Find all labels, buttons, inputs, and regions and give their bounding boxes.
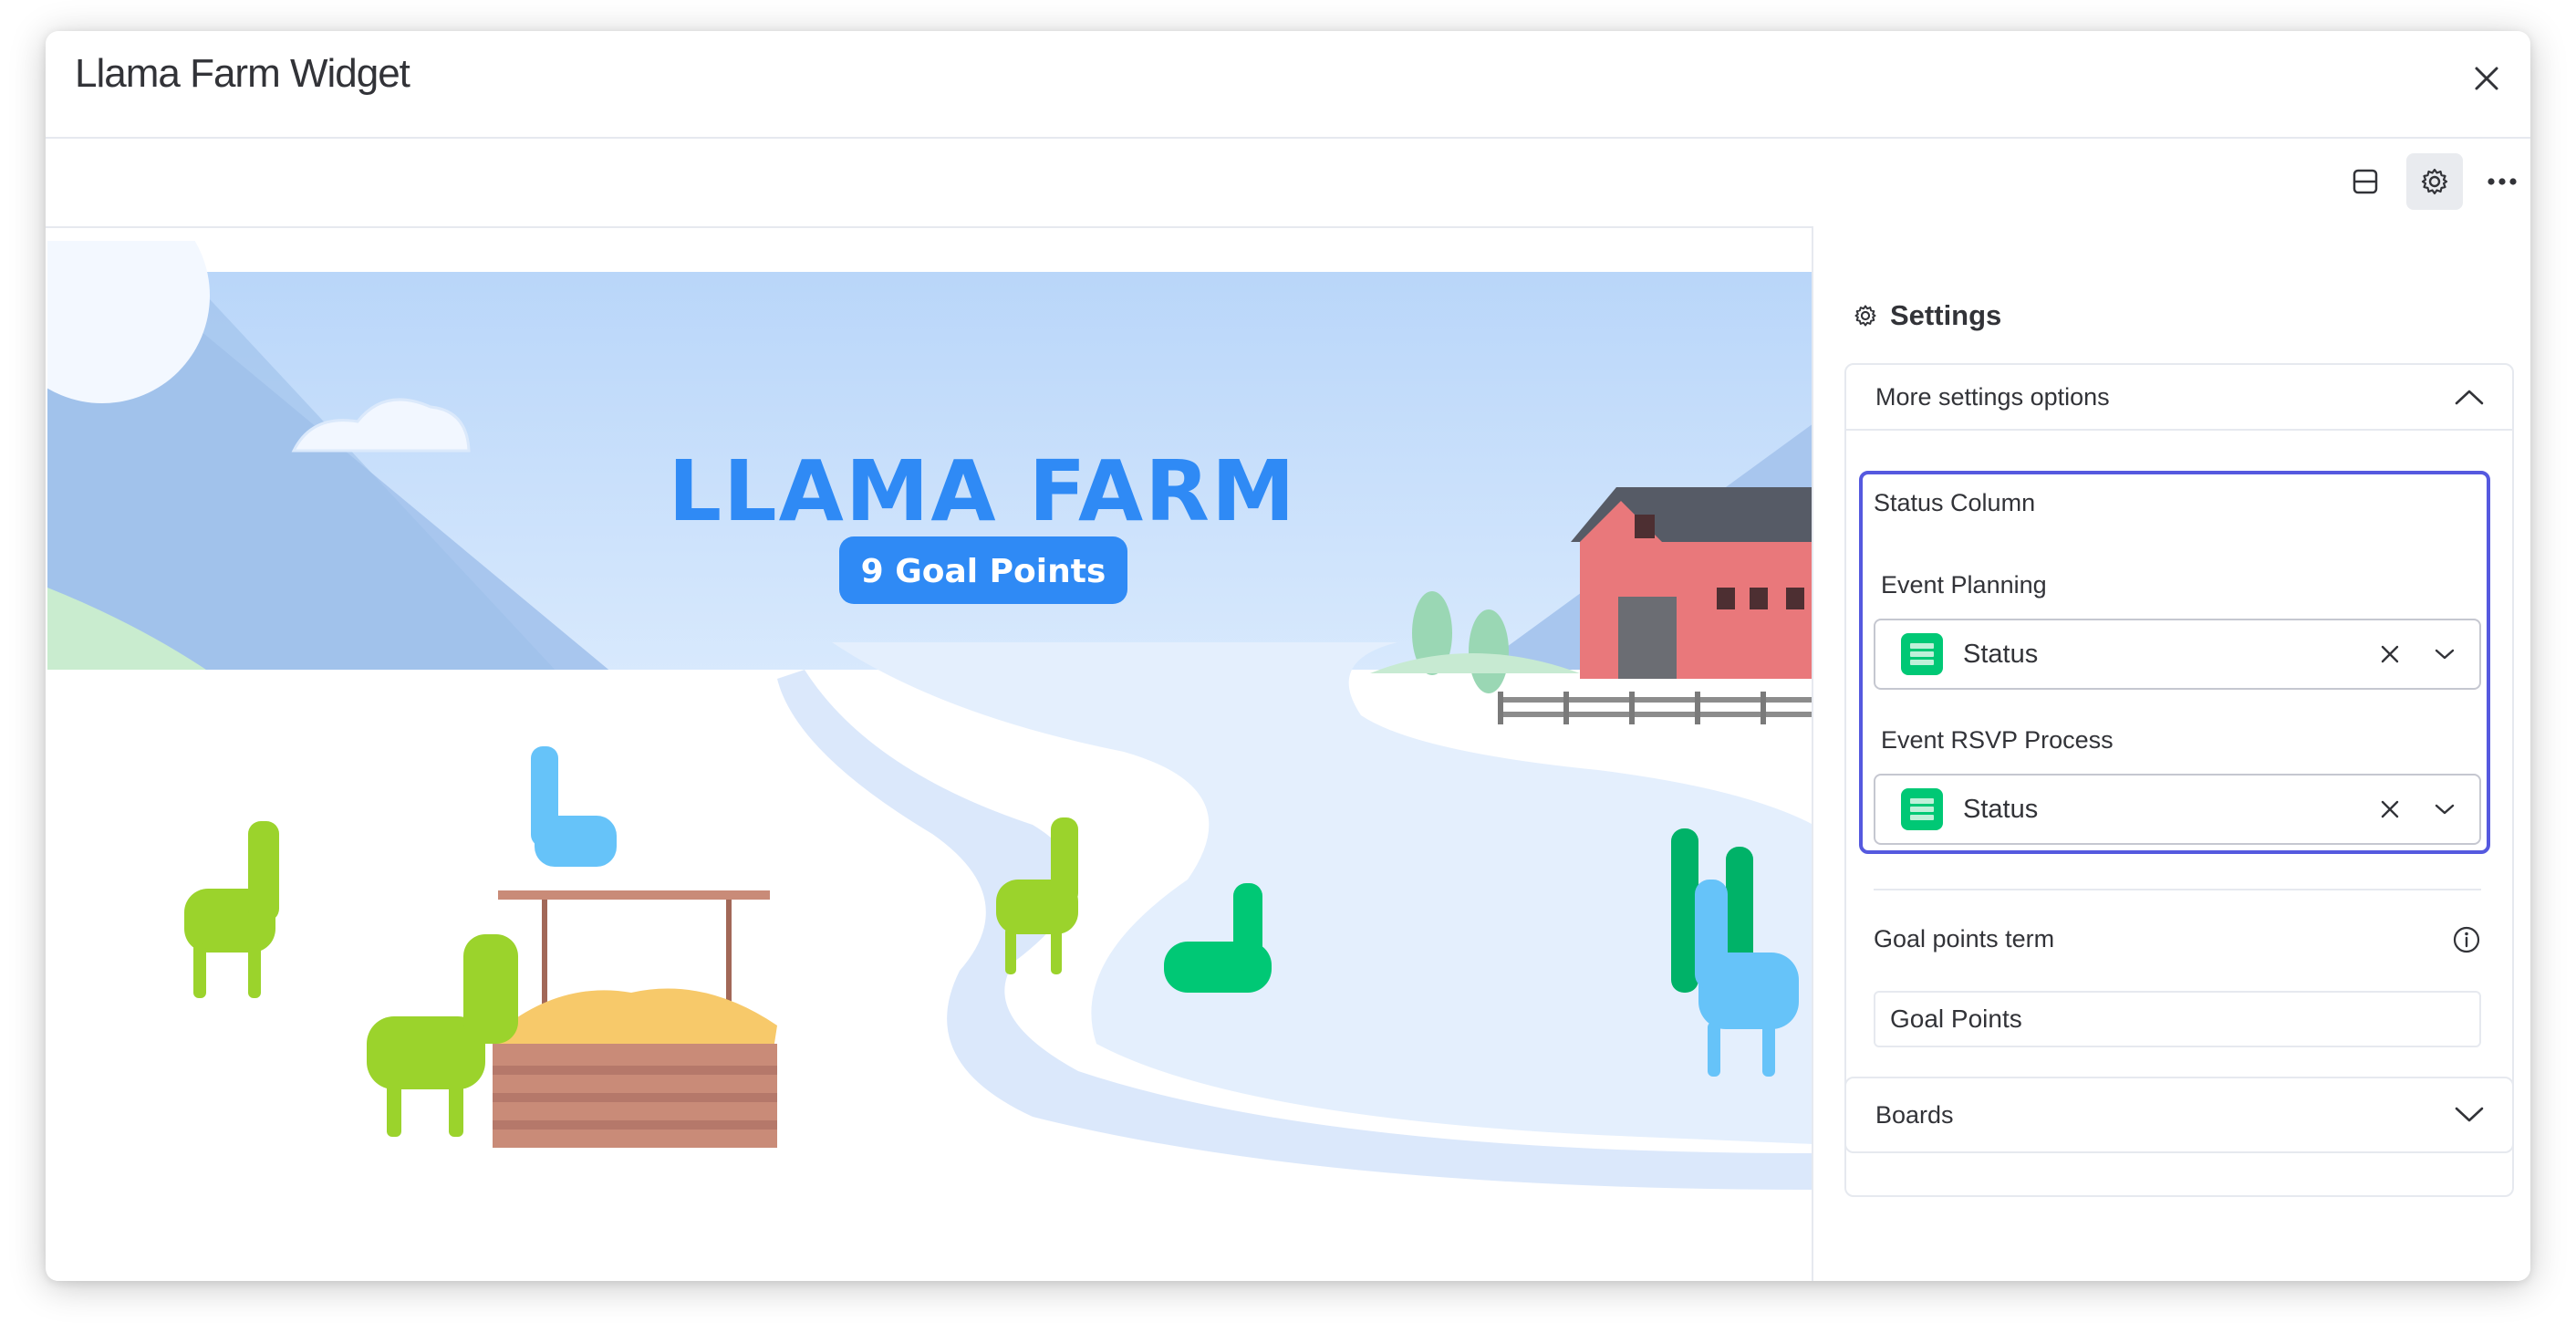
board-name-event-planning: Event Planning (1881, 571, 2047, 599)
boards-toggle[interactable]: Boards (1846, 1078, 2512, 1151)
close-button[interactable] (2463, 55, 2510, 102)
info-icon[interactable] (2452, 925, 2481, 954)
gear-icon (1854, 305, 1876, 327)
section-divider (1874, 889, 2481, 890)
layout-icon (2353, 169, 2378, 194)
chevron-down-icon (2435, 804, 2455, 815)
close-icon (2475, 67, 2498, 90)
more-options-button[interactable] (2474, 153, 2530, 210)
chevron-down-icon (2435, 649, 2455, 660)
banner-title: LLAMA FARM (668, 442, 1296, 540)
llama-farm-illustration: LLAMA FARM 9 Goal Points (47, 241, 1813, 1281)
settings-panel: Settings More settings options Status Co… (1813, 226, 2530, 1281)
settings-heading: Settings (1854, 299, 2001, 332)
dialog-header: Llama Farm Widget (46, 31, 2530, 139)
dialog-title: Llama Farm Widget (75, 51, 410, 96)
clear-selection-button[interactable] (2372, 791, 2408, 828)
board-name-event-rsvp: Event RSVP Process (1881, 726, 2114, 754)
status-column-select-event-planning[interactable]: Status (1874, 619, 2481, 690)
boards-label: Boards (1875, 1100, 1954, 1129)
goal-points-badge: 9 Goal Points (861, 553, 1106, 590)
widget-dialog: Llama Farm Widget LLAMA FARM 9 Goal Poin… (46, 31, 2530, 1281)
select-value: Status (1963, 639, 2039, 669)
settings-title: Settings (1890, 299, 2002, 331)
more-settings-toggle[interactable]: More settings options (1846, 365, 2512, 431)
dropdown-toggle[interactable] (2426, 636, 2463, 672)
chevron-up-icon (2455, 390, 2484, 405)
boards-section: Boards (1844, 1077, 2514, 1153)
goal-points-term-label: Goal points term (1874, 925, 2055, 953)
clear-selection-button[interactable] (2372, 636, 2408, 672)
status-column-select-event-rsvp[interactable]: Status (1874, 774, 2481, 845)
goal-points-term-input[interactable] (1874, 991, 2481, 1047)
close-icon (2381, 645, 2399, 663)
select-value: Status (1963, 794, 2039, 824)
settings-button[interactable] (2406, 153, 2463, 210)
status-column-heading: Status Column (1874, 489, 2036, 516)
more-icon (2488, 178, 2517, 185)
status-column-icon (1901, 633, 1943, 675)
widget-toolbar (46, 139, 2530, 228)
layout-button[interactable] (2337, 153, 2394, 210)
llama-farm-canvas: LLAMA FARM 9 Goal Points (47, 241, 1813, 1281)
gear-icon (2421, 168, 2448, 195)
more-settings-label: More settings options (1875, 382, 2110, 411)
close-icon (2381, 800, 2399, 818)
status-column-icon (1901, 788, 1943, 830)
chevron-down-icon (2455, 1107, 2484, 1122)
dropdown-toggle[interactable] (2426, 791, 2463, 828)
